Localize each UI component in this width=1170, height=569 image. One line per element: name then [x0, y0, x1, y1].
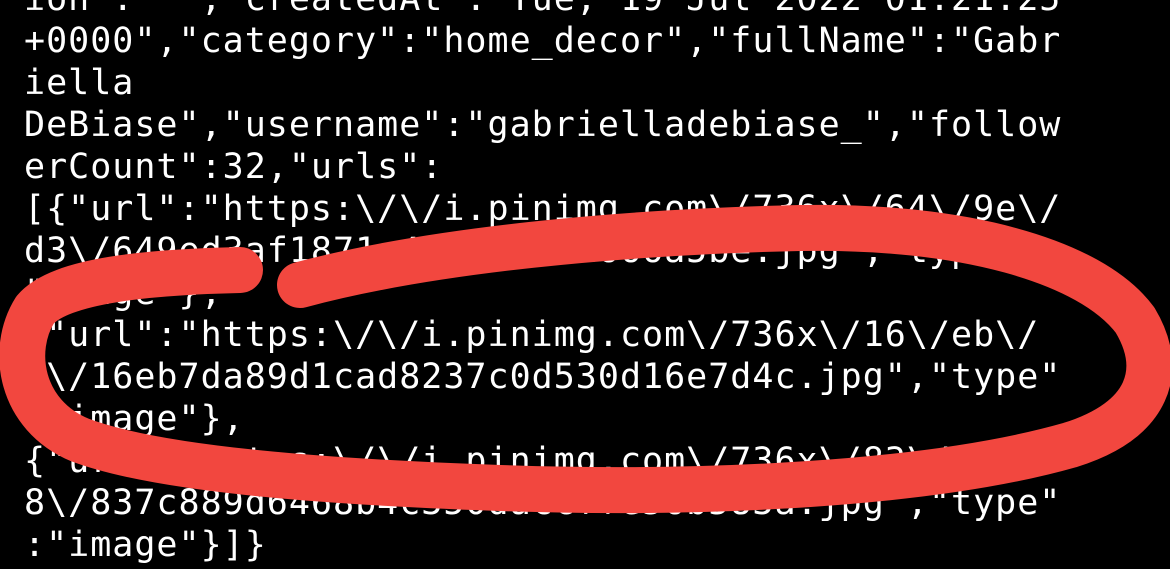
json-output: ion":" ","createdAt":"Tue, 19 Jul 2022 0… — [24, 0, 1061, 566]
code-line: DeBiase","username":"gabrielladebiase_",… — [24, 105, 1062, 145]
code-line: {"url":"https:\/\/i.pinimg.com\/736x\/83… — [24, 441, 1062, 481]
code-line: erCount":32,"urls": — [24, 147, 444, 187]
code-line: +0000","category":"home_decor","fullName… — [24, 21, 1062, 61]
code-line: [{"url":"https:\/\/i.pinimg.com\/736x\/6… — [24, 189, 1062, 229]
code-line: 8\/837c889d6468b4c350daccffe56b583a.jpg"… — [24, 483, 1062, 523]
code-line: :"image"}]} — [24, 525, 267, 565]
code-line: d\/16eb7da89d1cad8237c0d530d16e7d4c.jpg"… — [24, 357, 1062, 397]
code-line: "image"}, — [24, 273, 223, 313]
terminal-screen: ion":" ","createdAt":"Tue, 19 Jul 2022 0… — [0, 0, 1170, 569]
code-line: {"url":"https:\/\/i.pinimg.com\/736x\/16… — [24, 315, 1040, 355]
code-line: d3\/649ed3af1871c4d746...1666a5be.jpg","… — [24, 231, 996, 271]
code-line: :"image"}, — [24, 399, 245, 439]
code-line: ion":" ","createdAt":"Tue, 19 Jul 2022 0… — [24, 0, 1061, 20]
code-line: iella — [24, 63, 135, 103]
